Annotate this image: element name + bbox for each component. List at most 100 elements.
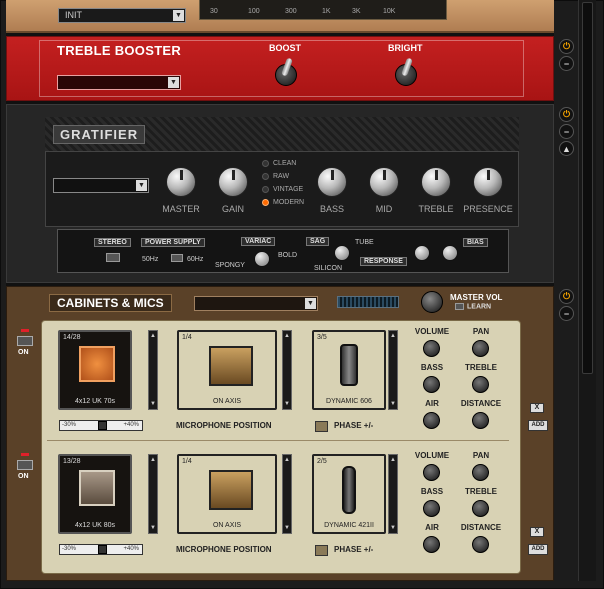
- pos-right-label: +40%: [123, 422, 139, 428]
- slot2-mic-display[interactable]: 2/5 DYNAMIC 421II: [312, 454, 386, 534]
- master-knob[interactable]: [166, 167, 196, 197]
- distance-label: DISTANCE: [460, 523, 502, 532]
- slot1-pan-knob[interactable]: [472, 340, 489, 357]
- slot1-mic-position-display[interactable]: 1/4 ON AXIS: [177, 330, 277, 410]
- slot1-mic-display[interactable]: 3/5 DYNAMIC 606: [312, 330, 386, 410]
- module-title: GRATIFIER: [53, 125, 146, 144]
- sag-label: SAG: [306, 237, 330, 246]
- slot1-treble-knob[interactable]: [472, 376, 489, 393]
- bright-toggle[interactable]: [395, 64, 417, 86]
- minimize-icon[interactable]: −: [559, 56, 574, 71]
- gratifier-preset-select[interactable]: ▼: [53, 178, 149, 193]
- pos-left-label: -30%: [62, 422, 77, 428]
- bias-knob[interactable]: [442, 245, 458, 261]
- slot1-position-scroll[interactable]: [282, 330, 292, 410]
- slot2-on-button[interactable]: [17, 460, 33, 470]
- move-up-icon[interactable]: ▲: [559, 141, 574, 156]
- mode-label: CLEAN: [273, 160, 297, 167]
- slot2-mic-scroll[interactable]: [388, 454, 398, 534]
- minimize-icon[interactable]: −: [559, 124, 574, 139]
- presence-knob[interactable]: [473, 167, 503, 197]
- mic-name: DYNAMIC 606: [326, 398, 372, 405]
- mode-vintage[interactable]: VINTAGE: [262, 186, 303, 193]
- freq-label: 100: [248, 8, 260, 15]
- tube-label: TUBE: [355, 239, 374, 246]
- knob-label: PRESENCE: [463, 204, 513, 214]
- spongy-label: SPONGY: [215, 262, 245, 269]
- bass-knob[interactable]: [317, 167, 347, 197]
- variac-knob[interactable]: [254, 251, 270, 267]
- cabinet-counter: 13/28: [63, 458, 81, 465]
- hz60-label: 60Hz: [187, 256, 204, 263]
- freq-label: 300: [285, 8, 297, 15]
- mode-raw[interactable]: RAW: [262, 173, 289, 180]
- master-vol-box: MASTER VOL LEARN: [447, 291, 513, 313]
- speaker-cabinet-icon: [79, 346, 115, 382]
- sag-knob[interactable]: [334, 245, 350, 261]
- bold-label: BOLD: [278, 252, 298, 259]
- slot2-position-scroll[interactable]: [282, 454, 292, 534]
- pan-label: PAN: [472, 451, 490, 460]
- response-knob[interactable]: [414, 245, 430, 261]
- knob-label: MID: [375, 204, 393, 214]
- learn-label: LEARN: [467, 303, 492, 311]
- slider-thumb[interactable]: [98, 421, 107, 430]
- freq-label: 10K: [383, 8, 396, 15]
- power-icon[interactable]: ⏻: [559, 289, 574, 304]
- slot1-on-button[interactable]: [17, 336, 33, 346]
- treble-booster-preset-select[interactable]: ▼: [57, 75, 181, 90]
- slot2-cabinet-scroll[interactable]: [148, 454, 158, 534]
- gain-knob[interactable]: [218, 167, 248, 197]
- on-label: ON: [18, 349, 29, 356]
- slot1-cabinet-scroll[interactable]: [148, 330, 158, 410]
- slot2-volume-knob[interactable]: [423, 464, 440, 481]
- eq-preset-select[interactable]: INIT ▼: [58, 8, 186, 23]
- slider-thumb[interactable]: [98, 545, 107, 554]
- treble-knob[interactable]: [421, 167, 451, 197]
- slot1-distance-knob[interactable]: [472, 412, 489, 429]
- master-volume-knob[interactable]: [421, 291, 443, 313]
- slot1-position-slider[interactable]: -30% +40%: [59, 420, 143, 431]
- scrollbar-thumb[interactable]: [582, 2, 593, 374]
- slot1-air-knob[interactable]: [423, 412, 440, 429]
- phase-label: PHASE +/-: [334, 545, 374, 554]
- mid-knob[interactable]: [369, 167, 399, 197]
- slot1-mic-scroll[interactable]: [388, 330, 398, 410]
- slot2-cabinet-display[interactable]: 13/28 4x12 UK 80s: [58, 454, 132, 534]
- power-supply-switch[interactable]: [171, 254, 183, 262]
- slot1-add-button[interactable]: ADD: [528, 420, 548, 431]
- knob-label: TREBLE: [418, 204, 454, 214]
- slot2-distance-knob[interactable]: [472, 536, 489, 553]
- mode-clean[interactable]: CLEAN: [262, 160, 296, 167]
- slot2-add-button[interactable]: ADD: [528, 544, 548, 555]
- mode-modern[interactable]: MODERN: [262, 199, 304, 206]
- power-icon[interactable]: ⏻: [559, 107, 574, 122]
- on-led: [21, 329, 29, 332]
- amp-cabinet-icon: [209, 346, 253, 386]
- slot2-pan-knob[interactable]: [472, 464, 489, 481]
- stereo-switch[interactable]: [106, 253, 120, 262]
- slot1-cabinet-display[interactable]: 14/28 4x12 UK 70s: [58, 330, 132, 410]
- slot2-remove-button[interactable]: X: [530, 527, 544, 537]
- slot2-position-slider[interactable]: -30% +40%: [59, 544, 143, 555]
- slot2-mic-position-display[interactable]: 1/4 ON AXIS: [177, 454, 277, 534]
- learn-button[interactable]: LEARN: [455, 303, 491, 310]
- bias-label: BIAS: [463, 238, 488, 247]
- variac-label: VARIAC: [241, 237, 276, 246]
- slot1-phase-button[interactable]: [315, 421, 328, 432]
- minimize-icon[interactable]: −: [559, 306, 574, 321]
- boost-toggle[interactable]: [275, 64, 297, 86]
- slot1-volume-knob[interactable]: [423, 340, 440, 357]
- slot1-remove-button[interactable]: X: [530, 403, 544, 413]
- slot2-phase-button[interactable]: [315, 545, 328, 556]
- slot2-air-knob[interactable]: [423, 536, 440, 553]
- learn-checkbox: [455, 303, 464, 310]
- slot2-treble-knob[interactable]: [472, 500, 489, 517]
- level-meter: [337, 296, 399, 308]
- chevron-down-icon: ▼: [136, 180, 147, 191]
- power-icon[interactable]: ⏻: [559, 39, 574, 54]
- slot1-bass-knob[interactable]: [423, 376, 440, 393]
- slot2-bass-knob[interactable]: [423, 500, 440, 517]
- cabinet-preset-select[interactable]: ▼: [194, 296, 318, 311]
- vertical-scrollbar[interactable]: [578, 0, 596, 581]
